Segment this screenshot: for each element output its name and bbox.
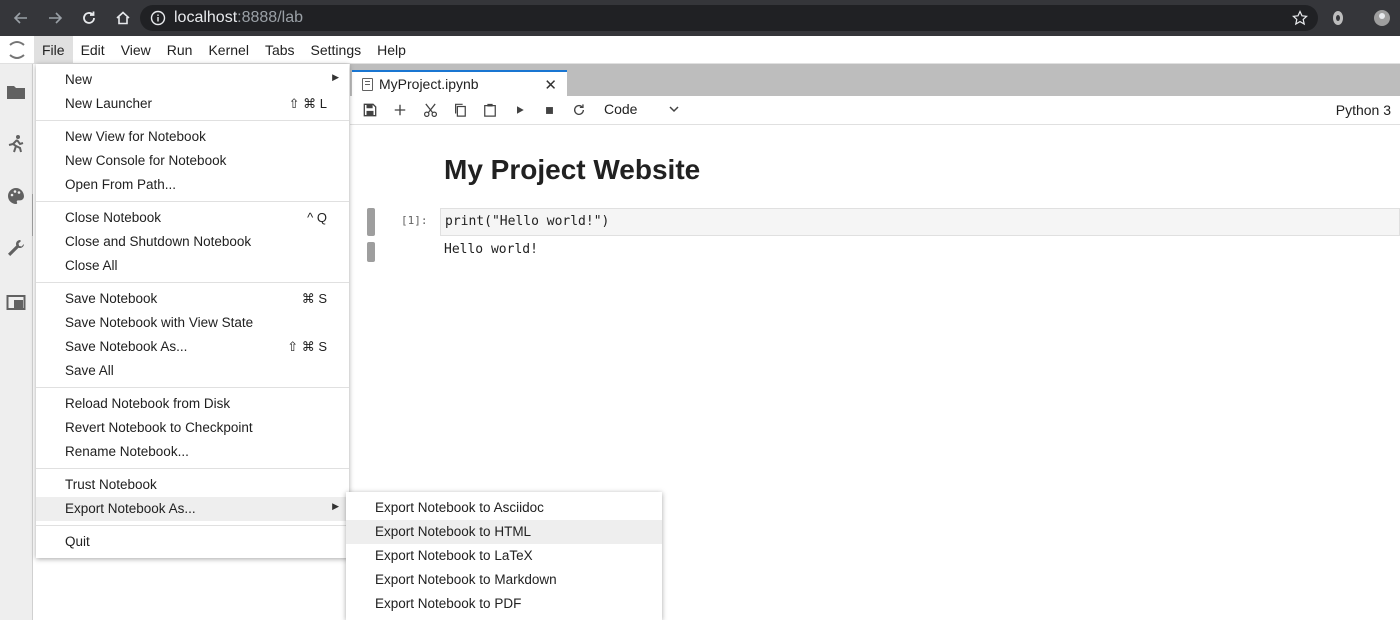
stop-icon[interactable] xyxy=(541,102,557,118)
menu-settings[interactable]: Settings xyxy=(303,36,370,64)
menu-item-reload[interactable]: Reload Notebook from Disk xyxy=(36,392,349,416)
menu-divider xyxy=(36,387,349,388)
browser-toolbar: localhost:8888/lab xyxy=(0,0,1400,36)
notebook-icon xyxy=(362,77,373,91)
kernel-name[interactable]: Python 3 xyxy=(1336,102,1391,118)
shortcut-label: ^ Q xyxy=(307,210,327,225)
output-collapser[interactable] xyxy=(367,242,375,262)
bookmark-star-icon[interactable] xyxy=(1292,10,1308,26)
menu-item-rename[interactable]: Rename Notebook... xyxy=(36,440,349,464)
export-latex[interactable]: Export Notebook to LaTeX xyxy=(346,544,662,568)
menu-item-new-view[interactable]: New View for Notebook xyxy=(36,125,349,149)
menu-help[interactable]: Help xyxy=(369,36,414,64)
extension-icon[interactable] xyxy=(1330,9,1346,27)
menu-item-open-from-path[interactable]: Open From Path... xyxy=(36,173,349,197)
tab-label: MyProject.ipynb xyxy=(379,76,479,92)
palette-icon[interactable] xyxy=(6,186,26,206)
close-icon[interactable]: ✕ xyxy=(544,76,557,94)
add-cell-icon[interactable] xyxy=(392,102,408,118)
input-collapser[interactable] xyxy=(367,208,375,236)
menu-item-close-notebook[interactable]: Close Notebook ^ Q xyxy=(36,206,349,230)
notebook-toolbar: Code Python 3 xyxy=(350,96,1400,125)
url-text: localhost:8888/lab xyxy=(174,9,303,26)
forward-icon[interactable] xyxy=(44,7,66,29)
copy-icon[interactable] xyxy=(452,102,468,118)
jupyter-logo-icon xyxy=(0,36,34,64)
menu-item-trust[interactable]: Trust Notebook xyxy=(36,473,349,497)
back-icon[interactable] xyxy=(10,7,32,29)
paste-icon[interactable] xyxy=(482,102,498,118)
home-icon[interactable] xyxy=(112,7,134,29)
shortcut-label: ⇧ ⌘ L xyxy=(288,96,327,111)
notebook-heading: My Project Website xyxy=(444,154,701,185)
input-prompt: [1]: xyxy=(401,214,428,227)
menu-divider xyxy=(36,120,349,121)
file-menu-dropdown: New ▶ New Launcher ⇧ ⌘ L New View for No… xyxy=(36,64,349,558)
menu-item-export-as[interactable]: Export Notebook As... ▶ xyxy=(36,497,349,521)
menu-item-quit[interactable]: Quit xyxy=(36,530,349,554)
menu-divider xyxy=(36,525,349,526)
wrench-icon[interactable] xyxy=(6,238,26,258)
run-icon[interactable] xyxy=(512,102,528,118)
activity-bar xyxy=(0,64,35,620)
address-bar[interactable]: localhost:8888/lab xyxy=(140,5,1318,31)
menu-run[interactable]: Run xyxy=(159,36,201,64)
menu-item-revert[interactable]: Revert Notebook to Checkpoint xyxy=(36,416,349,440)
code-text: print("Hello world!") xyxy=(445,214,610,229)
menu-item-save-view-state[interactable]: Save Notebook with View State xyxy=(36,311,349,335)
shortcut-label: ⇧ ⌘ S xyxy=(287,339,327,354)
menu-divider xyxy=(36,201,349,202)
menu-item-new-launcher[interactable]: New Launcher ⇧ ⌘ L xyxy=(36,92,349,116)
info-icon[interactable] xyxy=(150,10,166,26)
tab-myproject[interactable]: MyProject.ipynb ✕ xyxy=(352,70,567,96)
running-icon[interactable] xyxy=(6,134,26,154)
menu-bar: File Edit View Run Kernel Tabs Settings … xyxy=(0,35,1400,64)
menu-item-save-notebook[interactable]: Save Notebook ⌘ S xyxy=(36,287,349,311)
menu-tabs[interactable]: Tabs xyxy=(257,36,303,64)
menu-view[interactable]: View xyxy=(113,36,159,64)
menu-divider xyxy=(36,282,349,283)
submenu-arrow-icon: ▶ xyxy=(332,501,339,511)
menu-divider xyxy=(36,468,349,469)
submenu-arrow-icon: ▶ xyxy=(332,72,339,82)
menu-kernel[interactable]: Kernel xyxy=(200,36,256,64)
menu-edit[interactable]: Edit xyxy=(73,36,113,64)
export-pdf[interactable]: Export Notebook to PDF xyxy=(346,592,662,616)
menu-item-save-all[interactable]: Save All xyxy=(36,359,349,383)
tabs-icon[interactable] xyxy=(6,292,26,312)
menu-file[interactable]: File xyxy=(34,35,73,64)
export-markdown[interactable]: Export Notebook to Markdown xyxy=(346,568,662,592)
export-submenu: Export Notebook to Asciidoc Export Noteb… xyxy=(346,492,662,620)
profile-avatar-icon[interactable] xyxy=(1374,9,1390,27)
menu-item-new-console[interactable]: New Console for Notebook xyxy=(36,149,349,173)
shortcut-label: ⌘ S xyxy=(301,291,327,306)
menu-item-close-all[interactable]: Close All xyxy=(36,254,349,278)
cell-type-select[interactable]: Code xyxy=(604,101,637,117)
menu-item-new[interactable]: New ▶ xyxy=(36,68,349,92)
menu-item-save-as[interactable]: Save Notebook As... ⇧ ⌘ S xyxy=(36,335,349,359)
reload-icon[interactable] xyxy=(78,7,100,29)
save-icon[interactable] xyxy=(362,102,378,118)
chevron-down-icon[interactable] xyxy=(668,103,680,115)
code-cell[interactable]: print("Hello world!") xyxy=(440,208,1400,236)
cell-output: Hello world! xyxy=(444,242,538,257)
export-html[interactable]: Export Notebook to HTML xyxy=(346,520,662,544)
export-asciidoc[interactable]: Export Notebook to Asciidoc xyxy=(346,496,662,520)
cut-icon[interactable] xyxy=(422,102,438,118)
menu-item-close-shutdown[interactable]: Close and Shutdown Notebook xyxy=(36,230,349,254)
restart-icon[interactable] xyxy=(571,102,587,118)
folder-icon[interactable] xyxy=(6,82,26,102)
